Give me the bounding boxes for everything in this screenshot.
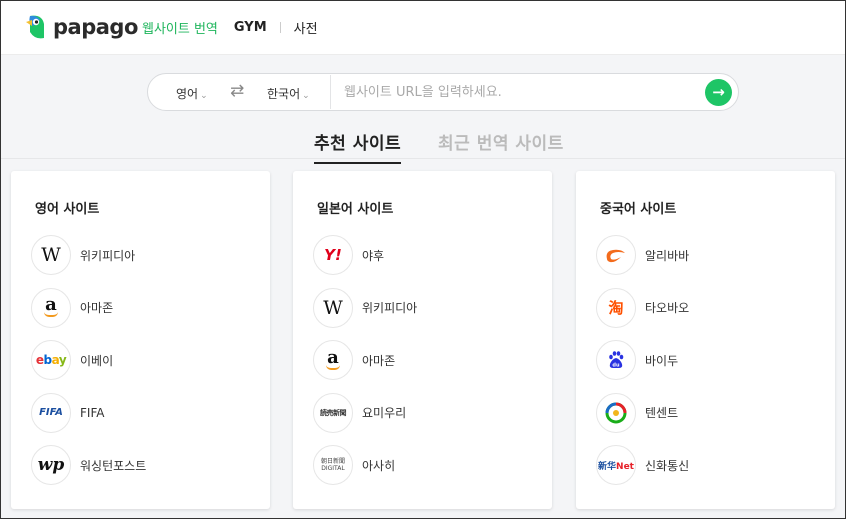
japanese-sites-card: 일본어 사이트 Y! 야후 W 위키피디아 a 아마존 読売新聞 요미우리 朝日… bbox=[293, 171, 552, 509]
fifa-icon: FIFA bbox=[31, 392, 71, 433]
site-item-wikipedia[interactable]: W 위키피디아 bbox=[313, 287, 418, 328]
site-name: 위키피디아 bbox=[362, 301, 418, 315]
papago-parrot-icon bbox=[26, 15, 44, 39]
site-item-alibaba[interactable]: 알리바바 bbox=[596, 235, 689, 275]
xinhua-icon: 新华Net bbox=[596, 445, 636, 485]
nav-divider bbox=[279, 22, 281, 33]
site-list: 알리바바 淘 타오바오 du 바이두 텐센트 新华Net 신화통신 bbox=[596, 235, 689, 498]
ebay-icon: ebay bbox=[31, 340, 71, 380]
site-tabs: 추천 사이트 최근 번역 사이트 bbox=[1, 119, 845, 164]
site-item-fifa[interactable]: FIFA FIFA bbox=[31, 392, 146, 433]
site-name: 알리바바 bbox=[645, 248, 690, 263]
site-item-amazon[interactable]: a 아마존 bbox=[313, 340, 417, 380]
site-item-baidu[interactable]: du 바이두 bbox=[596, 340, 689, 380]
site-name: 이베이 bbox=[80, 353, 114, 368]
tencent-icon bbox=[596, 392, 636, 433]
chevron-down-icon: ⌄ bbox=[302, 91, 310, 101]
site-name: 텐센트 bbox=[645, 406, 679, 420]
tab-recommended-sites[interactable]: 추천 사이트 bbox=[314, 129, 402, 164]
source-language-label: 영어 bbox=[176, 87, 199, 101]
url-bar: 영어⌄ ⇄ 한국어⌄ → bbox=[147, 73, 739, 111]
nav-website-translation[interactable]: 웹사이트 번역 bbox=[142, 18, 218, 37]
alibaba-icon bbox=[596, 235, 636, 275]
svg-text:du: du bbox=[612, 363, 620, 369]
washington-post-icon: wp bbox=[31, 445, 71, 485]
site-item-wikipedia[interactable]: W 위키피디아 bbox=[31, 235, 146, 275]
card-title: 영어 사이트 bbox=[35, 202, 100, 217]
yomiuri-icon: 読売新聞 bbox=[313, 392, 353, 433]
wikipedia-icon: W bbox=[31, 235, 71, 275]
site-item-asahi[interactable]: 朝日新聞 DIGITAL 아사히 bbox=[313, 445, 417, 485]
site-name: FIFA bbox=[80, 405, 105, 420]
baidu-icon: du bbox=[596, 340, 636, 380]
site-name: 타오바오 bbox=[645, 301, 690, 315]
english-sites-card: 영어 사이트 W 위키피디아 a 아마존 ebay 이베이 FIFA FIFA … bbox=[11, 171, 270, 509]
site-item-yahoo[interactable]: Y! 야후 bbox=[313, 235, 417, 275]
papago-logo[interactable]: papago bbox=[25, 14, 138, 40]
chinese-sites-card: 중국어 사이트 알리바바 淘 타오바오 du 바이두 텐센트 新华Net 신화통… bbox=[576, 171, 835, 509]
site-name: 아마존 bbox=[80, 301, 114, 315]
top-nav: 웹사이트 번역 GYM 사전 bbox=[142, 18, 318, 37]
site-name: 야후 bbox=[362, 248, 385, 263]
target-language-label: 한국어 bbox=[267, 87, 301, 101]
url-bar-divider bbox=[330, 75, 331, 109]
url-input[interactable] bbox=[344, 82, 694, 102]
site-name: 아사히 bbox=[362, 458, 396, 473]
card-title: 일본어 사이트 bbox=[317, 202, 394, 217]
site-name: 아마존 bbox=[362, 353, 396, 368]
nav-dictionary[interactable]: 사전 bbox=[294, 18, 318, 37]
target-language-select[interactable]: 한국어 ⌄ bbox=[267, 85, 310, 102]
tab-recent-sites[interactable]: 최근 번역 사이트 bbox=[438, 129, 564, 154]
amazon-icon: a bbox=[313, 340, 353, 380]
logo-text: papago bbox=[53, 15, 138, 39]
site-item-xinhua[interactable]: 新华Net 신화통신 bbox=[596, 445, 689, 485]
site-name: 요미우리 bbox=[362, 406, 407, 420]
nav-gym[interactable]: GYM bbox=[234, 20, 267, 35]
site-item-amazon[interactable]: a 아마존 bbox=[31, 287, 146, 328]
taobao-icon: 淘 bbox=[596, 287, 636, 328]
translate-go-button[interactable]: → bbox=[705, 79, 732, 106]
source-language-select[interactable]: 영어 ⌄ bbox=[176, 85, 208, 102]
header: papago 웹사이트 번역 GYM 사전 bbox=[1, 1, 845, 55]
site-name: 신화통신 bbox=[645, 458, 690, 473]
amazon-icon: a bbox=[31, 287, 71, 328]
site-item-taobao[interactable]: 淘 타오바오 bbox=[596, 287, 690, 328]
site-item-yomiuri[interactable]: 読売新聞 요미우리 bbox=[313, 392, 417, 433]
site-list: W 위키피디아 a 아마존 ebay 이베이 FIFA FIFA wp 워싱턴포… bbox=[31, 235, 146, 498]
site-name: 바이두 bbox=[645, 353, 679, 368]
swap-language-icon[interactable]: ⇄ bbox=[230, 81, 244, 101]
site-item-ebay[interactable]: ebay 이베이 bbox=[31, 340, 146, 380]
site-list: Y! 야후 W 위키피디아 a 아마존 読売新聞 요미우리 朝日新聞 DIGITA… bbox=[313, 235, 417, 498]
card-title: 중국어 사이트 bbox=[600, 202, 677, 217]
asahi-icon: 朝日新聞 DIGITAL bbox=[313, 445, 353, 485]
site-item-tencent[interactable]: 텐센트 bbox=[596, 392, 689, 433]
site-name: 위키피디아 bbox=[80, 248, 136, 263]
yahoo-icon: Y! bbox=[313, 235, 353, 275]
site-item-washington-post[interactable]: wp 워싱턴포스트 bbox=[31, 445, 146, 485]
wikipedia-icon: W bbox=[313, 287, 353, 328]
arrow-right-icon: → bbox=[712, 83, 725, 101]
site-name: 워싱턴포스트 bbox=[80, 458, 147, 473]
chevron-down-icon: ⌄ bbox=[200, 91, 208, 101]
